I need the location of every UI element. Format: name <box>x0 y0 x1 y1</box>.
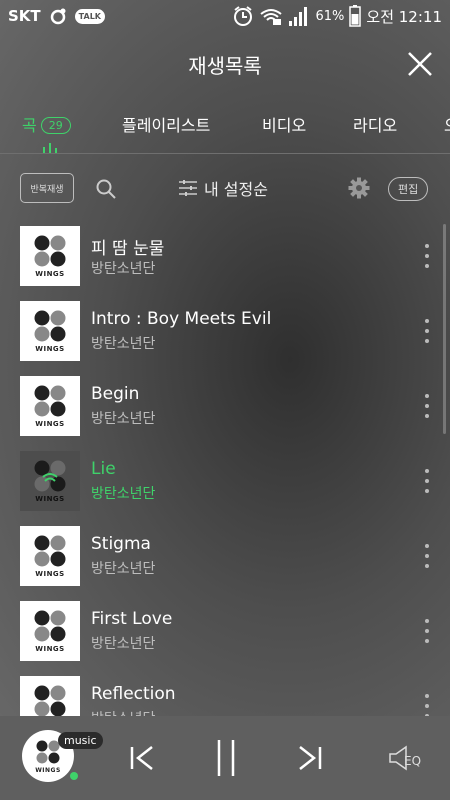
album-cover-text: WINGS <box>35 270 65 278</box>
song-count-badge: 29 <box>40 117 71 134</box>
track-artist: 방탄소년단 <box>91 636 156 652</box>
track-title: First Love <box>91 609 173 629</box>
tab-songs-label: 곡 <box>22 116 37 135</box>
album-cover: WINGS <box>20 301 80 361</box>
more-options-icon[interactable] <box>422 694 432 716</box>
now-playing-cover-text: WINGS <box>35 766 61 774</box>
eq-label: EQ <box>404 754 422 768</box>
more-options-icon[interactable] <box>422 319 432 343</box>
sort-button[interactable]: 내 설정순 <box>178 176 268 200</box>
tab-more[interactable]: 오 <box>444 112 450 136</box>
close-button[interactable] <box>406 50 434 78</box>
playing-dot <box>70 772 78 780</box>
track-artist: 방탄소년단 <box>91 486 156 502</box>
talk-icon: TALK <box>74 8 105 24</box>
album-art-icon <box>34 385 66 417</box>
album-cover: WINGS <box>20 226 80 286</box>
more-options-icon[interactable] <box>422 544 432 568</box>
tab-video[interactable]: 비디오 <box>262 112 306 136</box>
album-cover-text: WINGS <box>35 645 65 653</box>
album-art-icon <box>34 460 66 492</box>
tab-playlist[interactable]: 플레이리스트 <box>122 112 210 136</box>
album-cover-text: WINGS <box>35 420 65 428</box>
close-icon <box>408 52 432 76</box>
tab-songs[interactable]: 곡 29 <box>22 112 71 136</box>
album-cover: WINGS <box>20 676 80 716</box>
eq-button[interactable]: EQ <box>388 744 421 772</box>
page-title: 재생목록 <box>188 53 262 78</box>
tab-radio[interactable]: 라디오 <box>353 112 397 136</box>
album-cover-text: WINGS <box>35 495 65 503</box>
equalizer-indicator-icon <box>42 138 58 157</box>
notification-icon <box>49 7 67 25</box>
repeat-label: 반복재생 <box>30 184 64 195</box>
track-title: Begin <box>91 384 140 404</box>
more-options-icon[interactable] <box>422 619 432 643</box>
gear-icon <box>348 177 370 199</box>
tab-bar: 곡29 플레이리스트 비디오 라디오 오 <box>0 96 450 154</box>
track-artist: 방탄소년단 <box>91 336 156 352</box>
track-title: Intro : Boy Meets Evil <box>91 309 272 329</box>
track-title: Reflection <box>91 684 176 704</box>
album-cover: WINGS <box>20 451 80 511</box>
previous-icon <box>130 746 153 770</box>
track-row[interactable]: WINGS First Love 방탄소년단 <box>0 599 450 663</box>
sort-label: 내 설정순 <box>204 180 268 199</box>
header: 재생목록 <box>0 32 450 96</box>
track-title: 피 땀 눈물 <box>91 239 165 259</box>
search-icon <box>96 179 116 199</box>
next-icon <box>299 746 322 770</box>
album-art-icon <box>36 740 60 763</box>
search-button[interactable] <box>95 178 117 204</box>
status-bar: SKT TALK 61% 오전 12:11 <box>0 0 450 32</box>
clock-time: 오전 12:11 <box>366 7 442 26</box>
album-art-icon <box>34 610 66 642</box>
track-row[interactable]: WINGS Begin 방탄소년단 <box>0 374 450 438</box>
track-artist: 방탄소년단 <box>91 708 155 716</box>
track-row[interactable]: WINGS Intro : Boy Meets Evil 방탄소년단 <box>0 299 450 363</box>
track-row[interactable]: WINGS Stigma 방탄소년단 <box>0 524 450 588</box>
track-title: Stigma <box>91 534 151 554</box>
edit-button[interactable]: 편집 <box>388 177 429 201</box>
alarm-icon <box>232 5 254 27</box>
track-list: WINGS 피 땀 눈물방탄소년단 WINGS Intro : Boy Meets E… <box>0 224 450 716</box>
battery-percent: 61% <box>315 8 345 24</box>
album-cover: WINGS <box>20 376 80 436</box>
album-art-icon <box>34 235 66 267</box>
album-cover: WINGS <box>20 601 80 661</box>
settings-button[interactable] <box>348 177 370 203</box>
repeat-button[interactable]: 반복재생 <box>20 173 74 203</box>
album-cover-text: WINGS <box>35 345 65 353</box>
previous-button[interactable] <box>128 744 156 776</box>
more-options-icon[interactable] <box>422 394 432 418</box>
album-cover: WINGS <box>20 526 80 586</box>
more-options-icon[interactable] <box>422 244 432 268</box>
list-toolbar: 반복재생 내 설정순 편집 <box>0 170 450 206</box>
sliders-icon <box>179 180 197 196</box>
track-title: Lie <box>91 459 116 479</box>
more-options-icon[interactable] <box>422 469 432 493</box>
album-art-icon <box>34 535 66 567</box>
album-art-icon <box>34 310 66 342</box>
track-artist: 방탄소년단 <box>91 411 156 427</box>
pause-icon <box>217 740 235 776</box>
album-art-icon <box>34 685 66 716</box>
track-row[interactable]: WINGS Lie 방탄소년단 <box>0 449 450 513</box>
track-artist: 방탄소년단 <box>91 261 156 277</box>
music-tag: music <box>58 732 103 749</box>
mini-player: WINGS music EQ <box>0 716 450 800</box>
next-button[interactable] <box>296 744 324 776</box>
track-row[interactable]: WINGS 피 땀 눈물방탄소년단 <box>0 224 450 288</box>
carrier-label: SKT <box>8 7 41 25</box>
track-artist: 방탄소년단 <box>91 561 156 577</box>
album-cover-text: WINGS <box>35 570 65 578</box>
scrollbar[interactable] <box>443 224 446 434</box>
signal-icon <box>288 5 310 27</box>
pause-button[interactable] <box>214 738 238 782</box>
edit-label: 편집 <box>398 183 419 196</box>
track-row[interactable]: WINGS Reflection 방탄소년단 <box>0 674 450 716</box>
battery-icon <box>349 5 362 27</box>
wifi-lock-icon <box>259 6 283 26</box>
